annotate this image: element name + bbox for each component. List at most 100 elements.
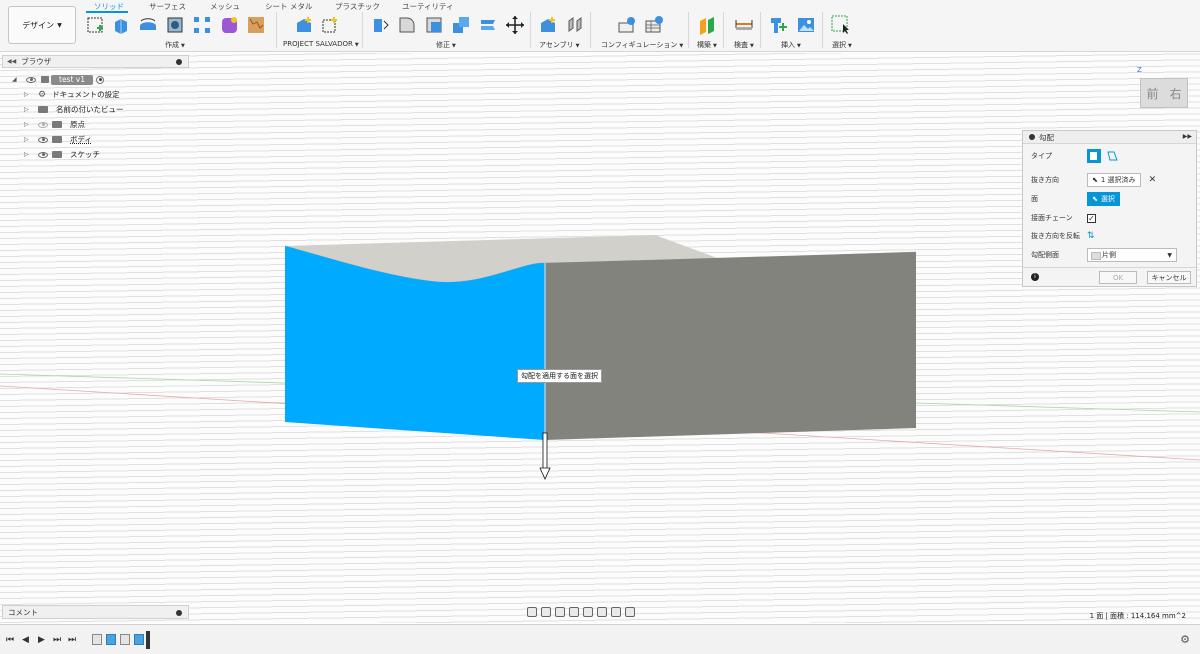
step-back-icon[interactable]: ◀ xyxy=(22,635,29,645)
faces-select-value: 選択 xyxy=(1100,195,1115,203)
type-label: タイプ xyxy=(1031,152,1052,160)
timeline-sketch-feature[interactable] xyxy=(120,634,130,645)
gear-icon[interactable]: ⚙ xyxy=(1180,633,1190,646)
pan-hand-icon[interactable] xyxy=(555,607,565,617)
expand-triangle-icon[interactable]: ◢ xyxy=(12,76,20,83)
activate-target-icon[interactable] xyxy=(96,75,104,84)
draft-sides-dropdown[interactable]: 片側 ▼ xyxy=(1087,248,1177,262)
timeline-extrude-feature[interactable] xyxy=(134,634,144,645)
visibility-icon[interactable] xyxy=(26,76,36,83)
expand-triangle-icon[interactable]: ▷ xyxy=(24,121,32,128)
draft-sides-value: 片側 xyxy=(1102,251,1116,259)
pin-icon[interactable] xyxy=(1029,134,1035,140)
tree-item-label: 原点 xyxy=(70,120,85,129)
step-forward-icon[interactable]: ⏭ xyxy=(53,635,61,645)
folder-icon xyxy=(52,121,62,128)
draft-dialog: 勾配 ▶▶ タイプ 抜き方向 ⬉ 1 選択済み ✕ 面 ⬉ 選択 接面チェーン xyxy=(1022,130,1198,287)
browser-title: ブラウザ xyxy=(21,57,52,66)
visibility-off-icon[interactable] xyxy=(38,121,48,128)
zoom-icon[interactable] xyxy=(569,607,579,617)
dialog-title: 勾配 xyxy=(1039,132,1054,142)
folder-icon xyxy=(52,151,62,158)
expand-triangle-icon[interactable]: ▷ xyxy=(24,151,32,158)
timeline-extrude-feature[interactable] xyxy=(106,634,116,645)
tree-item-document-settings[interactable]: ▷ ⚙ ドキュメントの設定 xyxy=(24,88,120,101)
row-tangent-chain: 接面チェーン ✓ xyxy=(1023,209,1198,227)
body-side-face[interactable] xyxy=(545,252,916,440)
parting-line-draft-icon[interactable] xyxy=(1105,149,1119,163)
browser-header[interactable]: ◀◀ ブラウザ xyxy=(2,55,189,68)
row-faces: 面 ⬉ 選択 xyxy=(1023,190,1198,208)
view-cube[interactable]: Z 前 右 xyxy=(1132,66,1194,120)
fixed-plane-draft-icon[interactable] xyxy=(1087,149,1101,163)
type-options xyxy=(1087,149,1119,163)
add-comment-icon[interactable] xyxy=(176,610,182,616)
selection-status: 1 面 | 面積 : 114.164 mm^2 xyxy=(1089,612,1186,620)
comments-label: コメント xyxy=(8,607,38,617)
pull-direction-select[interactable]: ⬉ 1 選択済み xyxy=(1087,173,1141,187)
view-cube-front[interactable]: 前 xyxy=(1146,85,1158,102)
row-type: タイプ xyxy=(1023,147,1198,165)
look-at-icon[interactable] xyxy=(541,607,551,617)
visibility-icon[interactable] xyxy=(38,151,48,158)
pull-direction-arrow[interactable] xyxy=(539,432,551,480)
play-icon[interactable]: ▶ xyxy=(38,635,45,645)
clear-selection-icon[interactable]: ✕ xyxy=(1149,175,1157,185)
folder-icon xyxy=(38,106,48,113)
folder-icon xyxy=(52,136,62,143)
tangent-chain-checkbox[interactable]: ✓ xyxy=(1087,213,1096,223)
timeline: ⏮ ◀ ▶ ⏭ ⏭ ⚙ xyxy=(0,624,1200,654)
grid-settings-icon[interactable] xyxy=(611,607,621,617)
expand-arrows-icon[interactable]: ▶▶ xyxy=(1183,133,1192,140)
ok-button[interactable]: OK xyxy=(1099,271,1137,284)
cursor-arrow-icon: ⬉ xyxy=(1092,176,1098,184)
expand-triangle-icon[interactable]: ▷ xyxy=(24,136,32,143)
gear-icon: ⚙ xyxy=(38,89,47,100)
tree-item-label: スケッチ xyxy=(70,150,100,159)
flip-arrows-icon[interactable]: ⇅ xyxy=(1087,231,1095,241)
timeline-marker[interactable] xyxy=(146,631,150,649)
row-flip-direction: 抜き方向を反転 ⇅ xyxy=(1023,227,1198,245)
document-icon xyxy=(41,76,49,83)
display-settings-icon[interactable] xyxy=(597,607,607,617)
model-viewport xyxy=(0,235,1200,480)
flip-direction-label: 抜き方向を反転 xyxy=(1031,232,1080,240)
go-to-end-icon[interactable]: ⏭ xyxy=(68,635,76,645)
dialog-header[interactable]: 勾配 ▶▶ xyxy=(1023,131,1196,144)
pin-icon[interactable] xyxy=(176,59,182,65)
comments-panel[interactable]: コメント xyxy=(2,605,189,619)
view-cube-right[interactable]: 右 xyxy=(1169,85,1181,102)
draft-sides-label: 勾配側面 xyxy=(1031,251,1059,259)
pull-direction-label: 抜き方向 xyxy=(1031,176,1059,184)
tree-item-origin[interactable]: ▷ 原点 xyxy=(24,118,85,131)
go-to-start-icon[interactable]: ⏮ xyxy=(6,635,14,645)
pull-direction-value: 1 選択済み xyxy=(1100,176,1136,184)
faces-select-button[interactable]: ⬉ 選択 xyxy=(1087,192,1120,206)
selection-tooltip: 勾配を適用する面を選択 xyxy=(517,369,602,383)
row-pull-direction: 抜き方向 ⬉ 1 選択済み ✕ xyxy=(1023,171,1198,189)
orbit-icon[interactable] xyxy=(527,607,537,617)
tree-item-sketches[interactable]: ▷ スケッチ xyxy=(24,148,100,161)
collapse-arrows-icon[interactable]: ◀◀ xyxy=(7,58,16,65)
dialog-footer: i OK キャンセル xyxy=(1023,267,1198,287)
timeline-sketch-feature[interactable] xyxy=(92,634,102,645)
tree-root[interactable]: ◢ test v1 xyxy=(12,73,104,86)
info-icon[interactable]: i xyxy=(1031,273,1039,281)
root-component-label: test v1 xyxy=(51,74,93,85)
expand-triangle-icon[interactable]: ▷ xyxy=(24,106,32,113)
tree-item-label: 名前の付いたビュー xyxy=(56,105,124,114)
viewports-icon[interactable] xyxy=(625,607,635,617)
tree-item-bodies[interactable]: ▷ ボディ xyxy=(24,133,92,146)
cancel-button[interactable]: キャンセル xyxy=(1147,271,1191,284)
zoom-window-icon[interactable] xyxy=(583,607,593,617)
expand-triangle-icon[interactable]: ▷ xyxy=(24,91,32,98)
tree-item-label: ボディ xyxy=(70,135,92,144)
tree-item-named-views[interactable]: ▷ 名前の付いたビュー xyxy=(24,103,124,116)
visibility-icon[interactable] xyxy=(38,136,48,143)
tree-item-label: ドキュメントの設定 xyxy=(52,90,120,99)
z-axis-label: Z xyxy=(1137,66,1142,74)
row-draft-sides: 勾配側面 片側 ▼ xyxy=(1023,246,1198,264)
navigation-bar xyxy=(527,606,635,618)
view-cube-face[interactable]: 前 右 xyxy=(1140,78,1188,108)
chevron-down-icon: ▼ xyxy=(1167,251,1172,259)
